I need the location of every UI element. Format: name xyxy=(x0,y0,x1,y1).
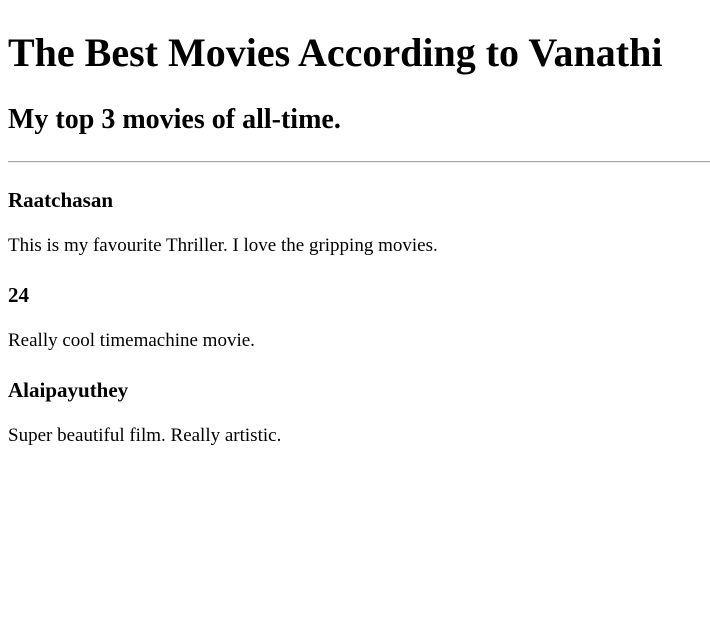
divider xyxy=(8,161,710,163)
movie-list: Raatchasan This is my favourite Thriller… xyxy=(8,187,710,448)
page-body: The Best Movies According to Vanathi My … xyxy=(0,27,710,448)
movie-item: 24 Really cool timemachine movie. xyxy=(8,282,710,353)
movie-item: Raatchasan This is my favourite Thriller… xyxy=(8,187,710,258)
movie-item: Alaipayuthey Super beautiful film. Reall… xyxy=(8,377,710,448)
movie-description: Really cool timemachine movie. xyxy=(8,330,255,351)
movie-description: This is my favourite Thriller. I love th… xyxy=(8,235,438,256)
page-title: The Best Movies According to Vanathi xyxy=(8,30,663,75)
page-subtitle: My top 3 movies of all-time. xyxy=(8,104,341,135)
movie-description: Super beautiful film. Really artistic. xyxy=(8,425,282,446)
movie-title: 24 xyxy=(8,283,29,307)
movie-title: Raatchasan xyxy=(8,188,114,212)
movie-title: Alaipayuthey xyxy=(8,378,129,402)
